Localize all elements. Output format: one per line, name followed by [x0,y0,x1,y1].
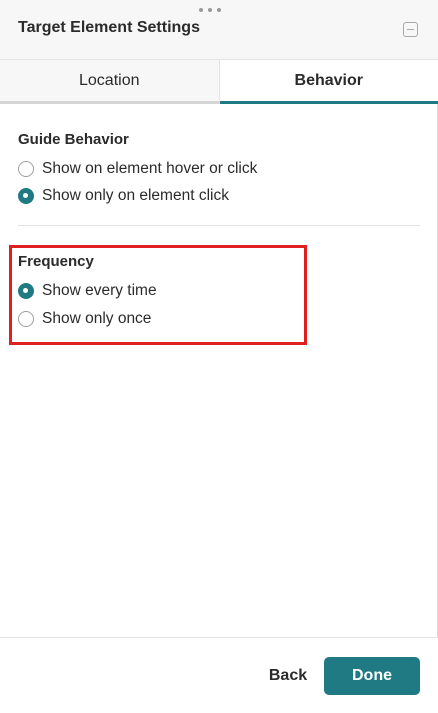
radio-label: Show only on element click [42,187,229,204]
radio-option-hover-or-click[interactable]: Show on element hover or click [18,160,257,178]
tab-location[interactable]: Location [0,60,220,104]
radio-option-every-time[interactable]: Show every time [18,282,157,300]
panel-title: Target Element Settings [18,19,200,36]
radio-label: Show on element hover or click [42,160,258,177]
drag-handle-icon[interactable] [199,8,221,14]
minimize-icon[interactable] [403,22,418,37]
radio-checked-icon[interactable] [18,188,34,204]
frequency-title: Frequency [18,253,94,270]
radio-label: Show every time [42,282,157,299]
tab-behavior[interactable]: Behavior [219,60,438,104]
target-element-settings-panel: Target Element Settings Location Behavio… [0,0,438,713]
done-button[interactable]: Done [324,657,420,695]
radio-unchecked-icon[interactable] [18,161,34,177]
guide-behavior-title: Guide Behavior [18,131,129,148]
panel-footer: Back Done [0,637,438,713]
back-button[interactable]: Back [264,657,312,695]
radio-checked-icon[interactable] [18,283,34,299]
radio-option-click-only[interactable]: Show only on element click [18,187,229,205]
tab-bar: Location Behavior [0,60,438,104]
radio-unchecked-icon[interactable] [18,311,34,327]
section-divider [18,225,420,226]
radio-label: Show only once [42,310,152,327]
panel-header: Target Element Settings [0,0,438,60]
radio-option-only-once[interactable]: Show only once [18,310,151,328]
